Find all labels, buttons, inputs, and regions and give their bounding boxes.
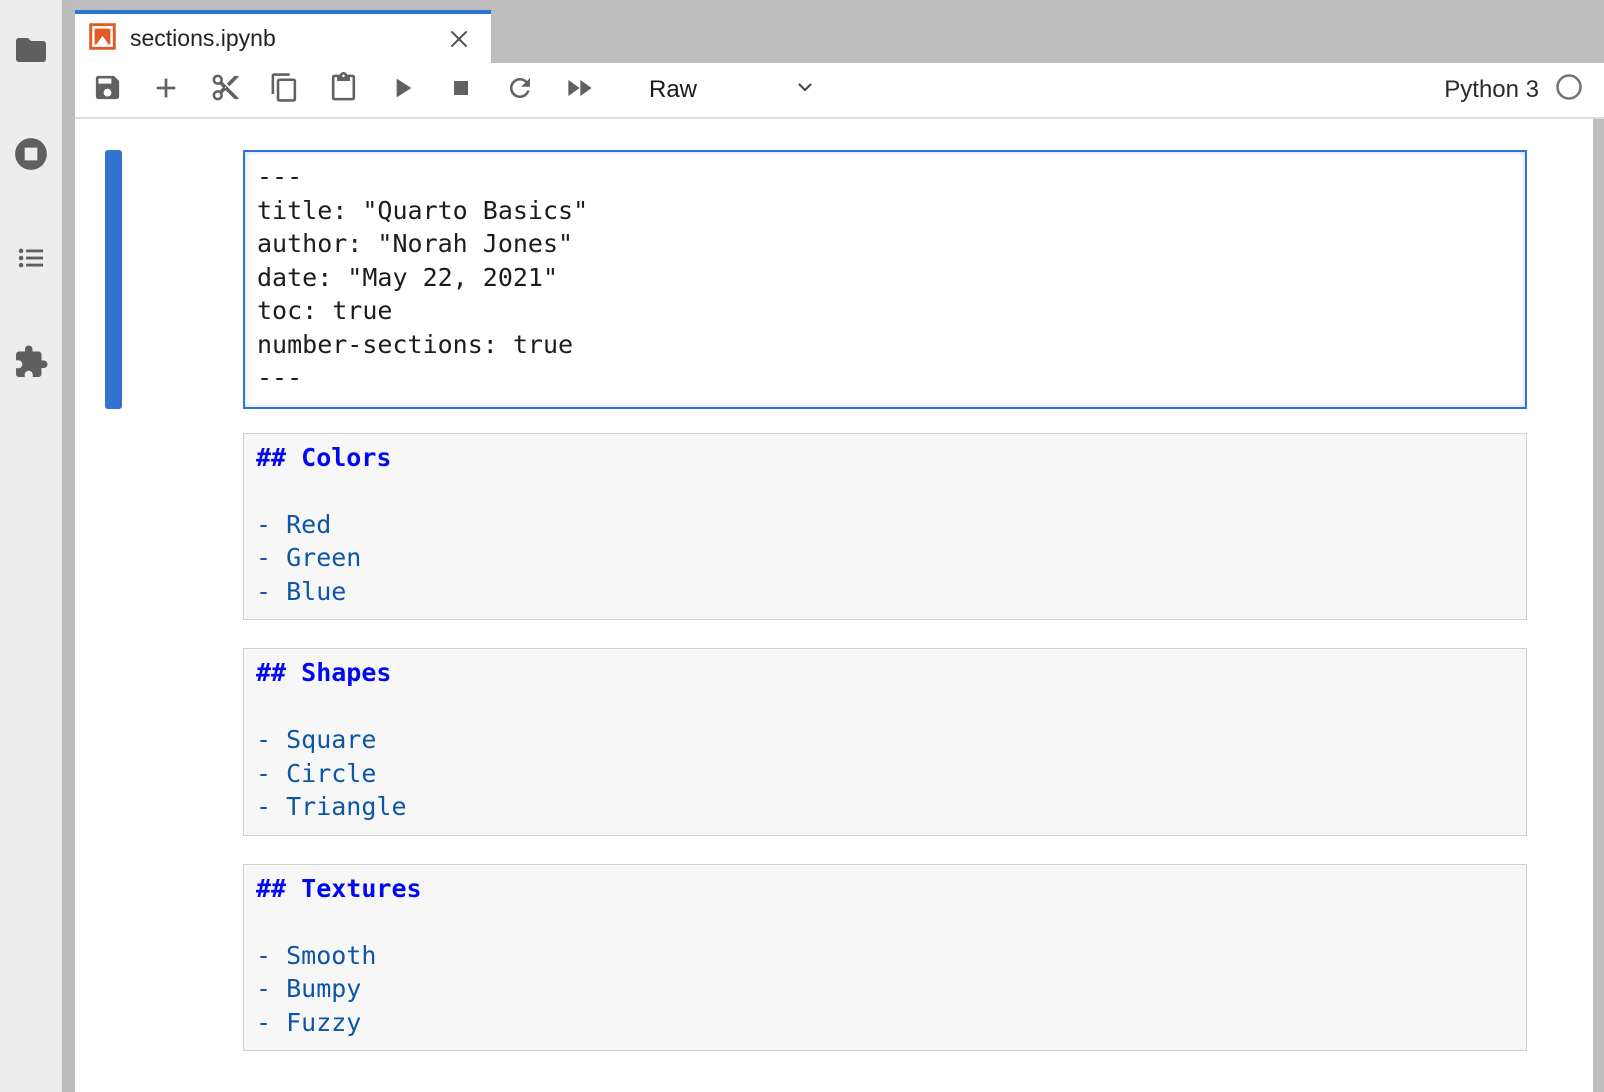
cut-cell-button[interactable] [208, 73, 242, 107]
sidebar-item-file-browser[interactable] [0, 0, 62, 104]
run-icon [386, 72, 418, 109]
code-line: - Smooth [256, 939, 1514, 973]
cell-list: ---title: "Quarto Basics"author: "Norah … [75, 150, 1593, 1051]
markdown-cell[interactable]: ## Textures - Smooth- Bumpy- Fuzzy [75, 864, 1593, 1052]
code-line: author: "Norah Jones" [257, 227, 1513, 261]
cut-icon [210, 72, 241, 108]
copy-icon [269, 72, 300, 108]
cell-editor[interactable]: ---title: "Quarto Basics"author: "Norah … [243, 150, 1527, 409]
code-line: - Circle [256, 757, 1514, 791]
code-line: - Bumpy [256, 972, 1514, 1006]
code-line: ## Colors [256, 441, 1514, 475]
code-line: --- [257, 160, 1513, 194]
run-all-button[interactable] [562, 73, 596, 107]
paste-cell-button[interactable] [326, 73, 360, 107]
save-button[interactable] [90, 73, 124, 107]
code-line: toc: true [257, 294, 1513, 328]
tab-sections-ipynb[interactable]: sections.ipynb [75, 10, 491, 63]
cell-collapser[interactable] [105, 150, 122, 409]
tab-bar: sections.ipynb [75, 0, 1604, 63]
cell-collapser[interactable] [105, 433, 122, 621]
code-line: - Blue [256, 575, 1514, 609]
code-line: number-sections: true [257, 328, 1513, 362]
right-edge-strip [1593, 119, 1604, 1092]
code-line: ## Shapes [256, 656, 1514, 690]
cell-editor[interactable]: ## Shapes - Square- Circle- Triangle [243, 648, 1527, 836]
notebook-icon [89, 23, 116, 55]
chevron-down-icon [793, 75, 817, 106]
activity-sidebar [0, 0, 62, 1092]
plus-icon [150, 72, 182, 109]
cell-type-value: Raw [649, 76, 697, 104]
markdown-cell[interactable]: ## Shapes - Square- Circle- Triangle [75, 648, 1593, 836]
cell-collapser[interactable] [105, 864, 122, 1052]
code-line [256, 474, 1514, 508]
code-line: - Green [256, 541, 1514, 575]
markdown-cell[interactable]: ## Colors - Red- Green- Blue [75, 433, 1593, 621]
copy-cell-button[interactable] [267, 73, 301, 107]
code-line [256, 690, 1514, 724]
list-icon [14, 241, 48, 280]
restart-icon [505, 73, 535, 108]
cell-type-dropdown[interactable]: Raw [649, 75, 817, 106]
notebook-toolbar: Raw Python 3 [75, 63, 1604, 119]
paste-icon [328, 72, 359, 108]
stop-circle-icon [12, 135, 50, 178]
restart-kernel-button[interactable] [503, 73, 537, 107]
save-icon [92, 72, 123, 108]
code-line: - Square [256, 723, 1514, 757]
code-line: - Triangle [256, 790, 1514, 824]
sidebar-divider [62, 0, 75, 1092]
puzzle-icon [13, 344, 49, 385]
interrupt-kernel-button[interactable] [444, 73, 478, 107]
folder-icon [13, 32, 49, 73]
close-icon[interactable] [445, 25, 473, 53]
code-line: --- [257, 361, 1513, 395]
code-line [256, 905, 1514, 939]
code-line: title: "Quarto Basics" [257, 194, 1513, 228]
cell-editor[interactable]: ## Textures - Smooth- Bumpy- Fuzzy [243, 864, 1527, 1052]
sidebar-item-running-kernels[interactable] [0, 104, 62, 208]
code-line: date: "May 22, 2021" [257, 261, 1513, 295]
code-line: - Fuzzy [256, 1006, 1514, 1040]
sidebar-item-table-of-contents[interactable] [0, 208, 62, 312]
code-line: - Red [256, 508, 1514, 542]
tab-title: sections.ipynb [130, 25, 431, 52]
notebook-content: ---title: "Quarto Basics"author: "Norah … [75, 119, 1593, 1092]
kernel-idle-circle-icon [1555, 73, 1583, 108]
main-panel: sections.ipynb [75, 0, 1604, 1092]
sidebar-item-extensions[interactable] [0, 312, 62, 416]
raw-cell[interactable]: ---title: "Quarto Basics"author: "Norah … [75, 150, 1593, 409]
run-cell-button[interactable] [385, 73, 419, 107]
fast-forward-icon [563, 72, 595, 109]
cell-editor[interactable]: ## Colors - Red- Green- Blue [243, 433, 1527, 621]
stop-icon [447, 74, 475, 107]
cell-collapser[interactable] [105, 648, 122, 836]
kernel-name: Python 3 [1444, 76, 1539, 104]
code-line: ## Textures [256, 872, 1514, 906]
insert-cell-button[interactable] [149, 73, 183, 107]
kernel-indicator[interactable]: Python 3 [1444, 73, 1583, 108]
